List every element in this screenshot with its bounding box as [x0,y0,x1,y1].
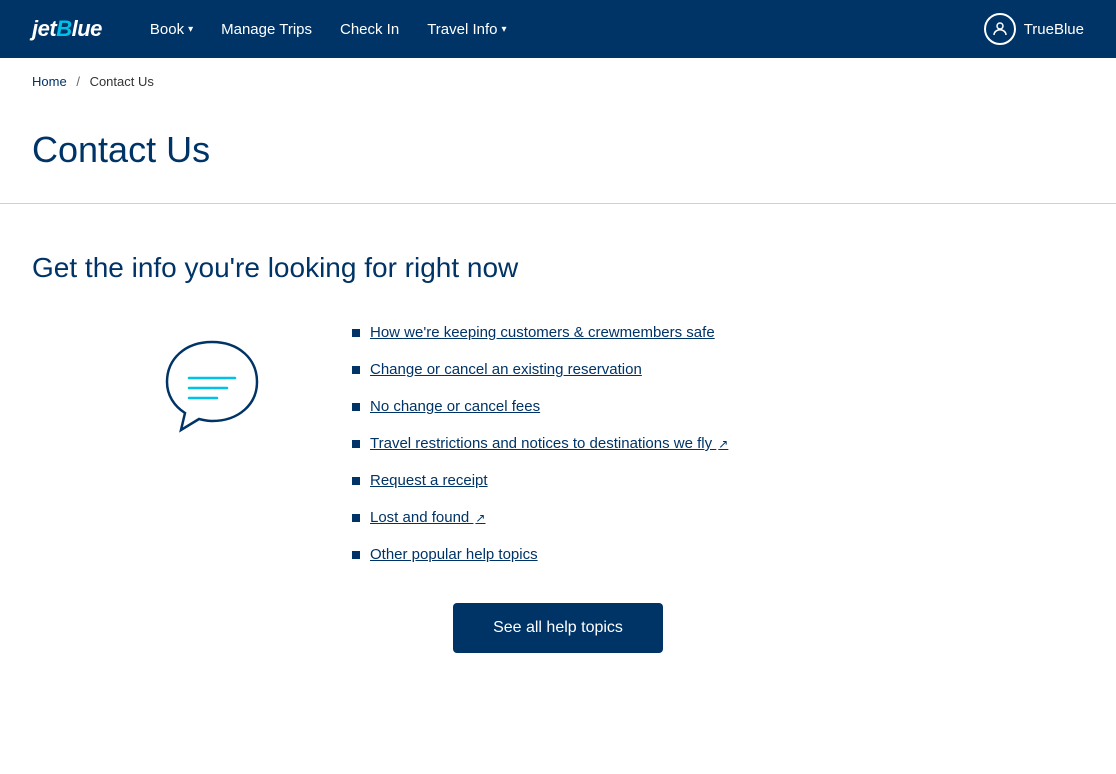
logo[interactable]: jetBlue [32,16,102,42]
breadcrumb-separator: / [76,74,80,89]
bullet-icon [352,514,360,522]
nav-check-in[interactable]: Check In [340,21,399,38]
bullet-icon [352,366,360,374]
bullet-icon [352,440,360,448]
list-item: Travel restrictions and notices to desti… [352,435,728,452]
main-content: Get the info you're looking for right no… [0,204,1116,701]
user-avatar-icon [984,13,1016,45]
see-all-help-topics-button[interactable]: See all help topics [453,603,663,653]
list-item: No change or cancel fees [352,398,728,415]
trueblue-nav[interactable]: TrueBlue [984,13,1084,45]
chevron-down-icon: ▾ [188,24,193,35]
breadcrumb-home[interactable]: Home [32,74,67,89]
external-link-icon: ↗ [718,437,728,451]
list-item: How we're keeping customers & crewmember… [352,324,728,341]
link-change-cancel[interactable]: Change or cancel an existing reservation [370,361,642,378]
bullet-icon [352,403,360,411]
link-travel-restrictions[interactable]: Travel restrictions and notices to desti… [370,435,728,452]
list-item: Lost and found ↗ [352,509,728,526]
link-no-change-fees[interactable]: No change or cancel fees [370,398,540,415]
link-receipt[interactable]: Request a receipt [370,472,488,489]
link-popular-topics[interactable]: Other popular help topics [370,546,538,563]
page-title: Contact Us [32,129,1084,171]
list-item: Request a receipt [352,472,728,489]
list-item: Change or cancel an existing reservation [352,361,728,378]
main-nav: jetBlue Book ▾ Manage Trips Check In Tra… [0,0,1116,58]
nav-links: Book ▾ Manage Trips Check In Travel Info… [150,21,952,38]
page-title-section: Contact Us [0,105,1116,203]
link-lost-found[interactable]: Lost and found ↗ [370,509,485,526]
link-customers-safe[interactable]: How we're keeping customers & crewmember… [370,324,715,341]
help-links-list: How we're keeping customers & crewmember… [352,324,728,563]
section-heading: Get the info you're looking for right no… [32,252,1084,284]
nav-manage-trips[interactable]: Manage Trips [221,21,312,38]
bullet-icon [352,329,360,337]
external-link-icon: ↗ [475,511,485,525]
breadcrumb: Home / Contact Us [0,58,1116,105]
chat-bubble-icon [152,332,272,442]
info-section: How we're keeping customers & crewmember… [32,324,1084,563]
cta-section: See all help topics [32,603,1084,653]
list-item: Other popular help topics [352,546,728,563]
bullet-icon [352,477,360,485]
nav-book[interactable]: Book ▾ [150,21,193,38]
breadcrumb-current: Contact Us [90,74,154,89]
chevron-down-icon: ▾ [502,24,507,35]
nav-travel-info[interactable]: Travel Info ▾ [427,21,506,38]
bullet-icon [352,551,360,559]
